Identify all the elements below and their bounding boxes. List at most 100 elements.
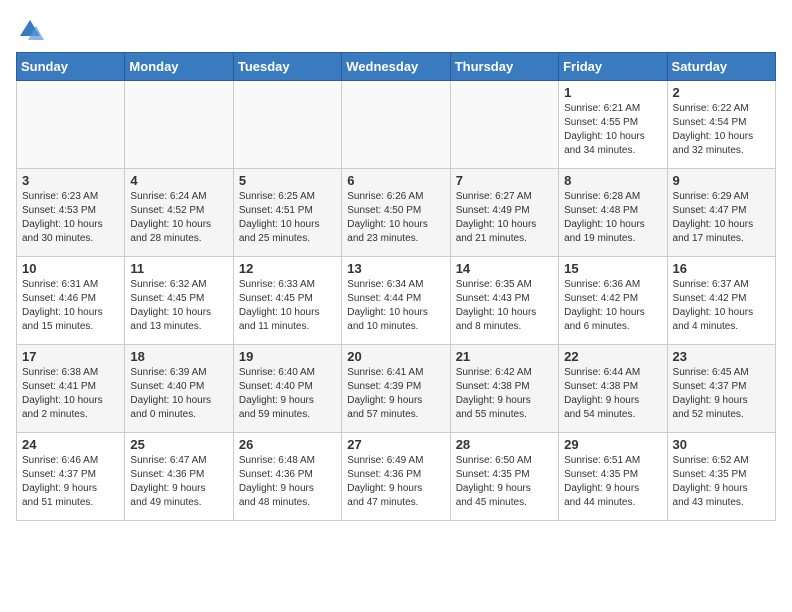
calendar-header-row: SundayMondayTuesdayWednesdayThursdayFrid… xyxy=(17,53,776,81)
week-row-2: 3 Sunrise: 6:23 AM Sunset: 4:53 PM Daylig… xyxy=(17,169,776,257)
day-cell: 17 Sunrise: 6:38 AM Sunset: 4:41 PM Dayli… xyxy=(17,345,125,433)
day-info: Sunrise: 6:28 AM Sunset: 4:48 PM Dayligh… xyxy=(564,190,661,246)
day-info: Sunrise: 6:32 AM Sunset: 4:45 PM Dayligh… xyxy=(130,278,227,334)
header-tuesday: Tuesday xyxy=(233,53,341,81)
day-cell: 11Sunrise: 6:32 AM Sunset: 4:45 PM Dayli… xyxy=(125,257,233,345)
day-cell: 3 Sunrise: 6:23 AM Sunset: 4:53 PM Daylig… xyxy=(17,169,125,257)
day-info: Sunrise: 6:33 AM Sunset: 4:45 PM Dayligh… xyxy=(239,278,336,334)
day-number: 18 xyxy=(130,349,227,364)
day-number: 28 xyxy=(456,437,553,452)
day-info: Sunrise: 6:52 AM Sunset: 4:35 PM Dayligh… xyxy=(673,454,770,510)
day-number: 10 xyxy=(22,261,119,276)
logo xyxy=(16,16,48,44)
day-cell xyxy=(125,81,233,169)
week-row-4: 17 Sunrise: 6:38 AM Sunset: 4:41 PM Dayli… xyxy=(17,345,776,433)
day-cell: 12 Sunrise: 6:33 AM Sunset: 4:45 PM Dayli… xyxy=(233,257,341,345)
day-info: Sunrise: 6:48 AM Sunset: 4:36 PM Dayligh… xyxy=(239,454,336,510)
day-cell: 21Sunrise: 6:42 AM Sunset: 4:38 PM Dayli… xyxy=(450,345,558,433)
day-cell: 24 Sunrise: 6:46 AM Sunset: 4:37 PM Dayli… xyxy=(17,433,125,521)
day-cell: 29 Sunrise: 6:51 AM Sunset: 4:35 PM Dayli… xyxy=(559,433,667,521)
day-cell: 4 Sunrise: 6:24 AM Sunset: 4:52 PM Daylig… xyxy=(125,169,233,257)
day-cell: 15 Sunrise: 6:36 AM Sunset: 4:42 PM Dayli… xyxy=(559,257,667,345)
day-info: Sunrise: 6:44 AM Sunset: 4:38 PM Dayligh… xyxy=(564,366,661,422)
day-info: Sunrise: 6:27 AM Sunset: 4:49 PM Dayligh… xyxy=(456,190,553,246)
day-info: Sunrise: 6:40 AM Sunset: 4:40 PM Dayligh… xyxy=(239,366,336,422)
calendar-table: SundayMondayTuesdayWednesdayThursdayFrid… xyxy=(16,52,776,521)
day-info: Sunrise: 6:22 AM Sunset: 4:54 PM Dayligh… xyxy=(673,102,770,158)
header-saturday: Saturday xyxy=(667,53,775,81)
day-number: 9 xyxy=(673,173,770,188)
day-number: 24 xyxy=(22,437,119,452)
day-number: 13 xyxy=(347,261,444,276)
day-info: Sunrise: 6:51 AM Sunset: 4:35 PM Dayligh… xyxy=(564,454,661,510)
day-cell: 5 Sunrise: 6:25 AM Sunset: 4:51 PM Daylig… xyxy=(233,169,341,257)
header xyxy=(16,16,776,44)
day-info: Sunrise: 6:23 AM Sunset: 4:53 PM Dayligh… xyxy=(22,190,119,246)
day-number: 4 xyxy=(130,173,227,188)
day-number: 26 xyxy=(239,437,336,452)
day-number: 21 xyxy=(456,349,553,364)
day-cell: 27Sunrise: 6:49 AM Sunset: 4:36 PM Dayli… xyxy=(342,433,450,521)
day-cell: 6 Sunrise: 6:26 AM Sunset: 4:50 PM Daylig… xyxy=(342,169,450,257)
day-cell: 1Sunrise: 6:21 AM Sunset: 4:55 PM Daylig… xyxy=(559,81,667,169)
day-number: 30 xyxy=(673,437,770,452)
day-number: 8 xyxy=(564,173,661,188)
day-number: 29 xyxy=(564,437,661,452)
day-info: Sunrise: 6:24 AM Sunset: 4:52 PM Dayligh… xyxy=(130,190,227,246)
day-cell: 8 Sunrise: 6:28 AM Sunset: 4:48 PM Daylig… xyxy=(559,169,667,257)
day-cell: 19 Sunrise: 6:40 AM Sunset: 4:40 PM Dayli… xyxy=(233,345,341,433)
header-wednesday: Wednesday xyxy=(342,53,450,81)
day-cell: 9 Sunrise: 6:29 AM Sunset: 4:47 PM Daylig… xyxy=(667,169,775,257)
day-number: 16 xyxy=(673,261,770,276)
day-info: Sunrise: 6:45 AM Sunset: 4:37 PM Dayligh… xyxy=(673,366,770,422)
day-number: 25 xyxy=(130,437,227,452)
day-number: 1 xyxy=(564,85,661,100)
day-number: 3 xyxy=(22,173,119,188)
day-cell: 16 Sunrise: 6:37 AM Sunset: 4:42 PM Dayli… xyxy=(667,257,775,345)
header-sunday: Sunday xyxy=(17,53,125,81)
day-info: Sunrise: 6:37 AM Sunset: 4:42 PM Dayligh… xyxy=(673,278,770,334)
day-number: 12 xyxy=(239,261,336,276)
day-info: Sunrise: 6:35 AM Sunset: 4:43 PM Dayligh… xyxy=(456,278,553,334)
day-cell: 7Sunrise: 6:27 AM Sunset: 4:49 PM Daylig… xyxy=(450,169,558,257)
day-number: 6 xyxy=(347,173,444,188)
day-info: Sunrise: 6:36 AM Sunset: 4:42 PM Dayligh… xyxy=(564,278,661,334)
day-info: Sunrise: 6:25 AM Sunset: 4:51 PM Dayligh… xyxy=(239,190,336,246)
day-number: 23 xyxy=(673,349,770,364)
day-info: Sunrise: 6:39 AM Sunset: 4:40 PM Dayligh… xyxy=(130,366,227,422)
day-number: 5 xyxy=(239,173,336,188)
day-number: 2 xyxy=(673,85,770,100)
day-cell: 18 Sunrise: 6:39 AM Sunset: 4:40 PM Dayli… xyxy=(125,345,233,433)
day-cell: 10 Sunrise: 6:31 AM Sunset: 4:46 PM Dayli… xyxy=(17,257,125,345)
day-number: 15 xyxy=(564,261,661,276)
header-friday: Friday xyxy=(559,53,667,81)
day-number: 14 xyxy=(456,261,553,276)
day-cell: 30 Sunrise: 6:52 AM Sunset: 4:35 PM Dayli… xyxy=(667,433,775,521)
day-number: 19 xyxy=(239,349,336,364)
day-cell: 25 Sunrise: 6:47 AM Sunset: 4:36 PM Dayli… xyxy=(125,433,233,521)
day-info: Sunrise: 6:31 AM Sunset: 4:46 PM Dayligh… xyxy=(22,278,119,334)
day-number: 17 xyxy=(22,349,119,364)
day-cell: 2 Sunrise: 6:22 AM Sunset: 4:54 PM Daylig… xyxy=(667,81,775,169)
day-info: Sunrise: 6:47 AM Sunset: 4:36 PM Dayligh… xyxy=(130,454,227,510)
day-cell: 14 Sunrise: 6:35 AM Sunset: 4:43 PM Dayli… xyxy=(450,257,558,345)
day-number: 20 xyxy=(347,349,444,364)
day-info: Sunrise: 6:38 AM Sunset: 4:41 PM Dayligh… xyxy=(22,366,119,422)
day-cell: 28Sunrise: 6:50 AM Sunset: 4:35 PM Dayli… xyxy=(450,433,558,521)
day-info: Sunrise: 6:49 AM Sunset: 4:36 PM Dayligh… xyxy=(347,454,444,510)
day-info: Sunrise: 6:41 AM Sunset: 4:39 PM Dayligh… xyxy=(347,366,444,422)
day-cell: 22Sunrise: 6:44 AM Sunset: 4:38 PM Dayli… xyxy=(559,345,667,433)
day-cell: 20 Sunrise: 6:41 AM Sunset: 4:39 PM Dayli… xyxy=(342,345,450,433)
week-row-1: 1Sunrise: 6:21 AM Sunset: 4:55 PM Daylig… xyxy=(17,81,776,169)
day-info: Sunrise: 6:46 AM Sunset: 4:37 PM Dayligh… xyxy=(22,454,119,510)
header-monday: Monday xyxy=(125,53,233,81)
week-row-3: 10 Sunrise: 6:31 AM Sunset: 4:46 PM Dayli… xyxy=(17,257,776,345)
day-info: Sunrise: 6:29 AM Sunset: 4:47 PM Dayligh… xyxy=(673,190,770,246)
day-info: Sunrise: 6:34 AM Sunset: 4:44 PM Dayligh… xyxy=(347,278,444,334)
day-info: Sunrise: 6:26 AM Sunset: 4:50 PM Dayligh… xyxy=(347,190,444,246)
day-cell xyxy=(342,81,450,169)
day-cell: 23 Sunrise: 6:45 AM Sunset: 4:37 PM Dayli… xyxy=(667,345,775,433)
header-thursday: Thursday xyxy=(450,53,558,81)
day-cell xyxy=(450,81,558,169)
day-cell xyxy=(17,81,125,169)
